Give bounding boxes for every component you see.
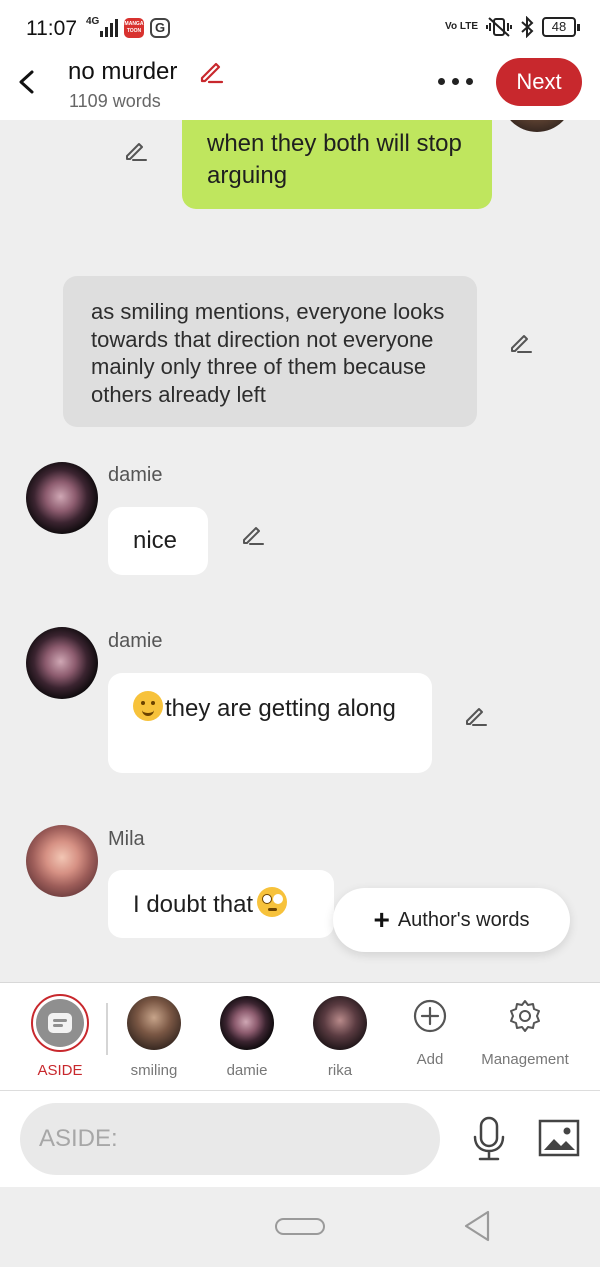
message-text: they are getting along xyxy=(165,695,396,722)
nav-back-icon[interactable] xyxy=(462,1209,492,1243)
avatar[interactable] xyxy=(26,825,98,897)
volte-icon: Vo LTE xyxy=(445,21,478,32)
message-input[interactable] xyxy=(20,1103,440,1175)
story-title: no murder xyxy=(68,58,178,85)
speaker-name: damie xyxy=(108,464,163,486)
aside-selected-ring xyxy=(31,994,89,1052)
character-smiling[interactable]: smiling xyxy=(109,983,199,1092)
word-count: 1109 words xyxy=(69,91,161,111)
character-label: ASIDE xyxy=(37,1062,83,1079)
status-right-icons: Vo LTE 48 xyxy=(445,16,580,38)
edit-title-icon[interactable] xyxy=(196,56,226,86)
manga-app-notification-icon: MANGA TOON xyxy=(124,18,144,38)
chat-area[interactable]: when they both will stop arguing as smil… xyxy=(0,120,600,982)
plus-circle-icon xyxy=(413,999,447,1033)
character-label: damie xyxy=(226,1062,268,1079)
character-label: rika xyxy=(327,1062,353,1079)
divider xyxy=(106,1003,108,1055)
input-bar xyxy=(0,1091,600,1187)
hugging-face-emoji-icon xyxy=(133,691,163,721)
header: no murder 1109 words Next xyxy=(0,58,600,120)
author-message-bubble[interactable]: when they both will stop arguing xyxy=(182,120,492,209)
edit-message-icon[interactable] xyxy=(239,520,267,548)
status-bar: 11:07 4G MANGA TOON G Vo LTE 48 xyxy=(0,0,600,58)
edit-message-icon[interactable] xyxy=(122,136,150,164)
character-damie[interactable]: damie xyxy=(202,983,292,1092)
avatar[interactable] xyxy=(26,627,98,699)
plus-icon: + xyxy=(373,904,390,935)
aside-message-bubble[interactable]: as smiling mentions, everyone looks towa… xyxy=(63,276,477,427)
aside-icon xyxy=(36,999,84,1047)
edit-message-icon[interactable] xyxy=(507,328,535,356)
microphone-icon[interactable] xyxy=(469,1115,509,1163)
avatar[interactable] xyxy=(26,462,98,534)
character-message-bubble[interactable]: nice xyxy=(108,507,208,575)
message-text: I doubt that xyxy=(133,891,254,918)
character-label: smiling xyxy=(130,1062,178,1079)
speaker-name: Mila xyxy=(108,828,145,850)
more-options-icon[interactable] xyxy=(434,66,476,94)
avatar[interactable] xyxy=(501,120,573,132)
edit-message-icon[interactable] xyxy=(462,701,490,729)
add-character-button[interactable]: Add xyxy=(385,983,475,1092)
system-navigation-bar xyxy=(0,1187,600,1267)
next-button[interactable]: Next xyxy=(496,58,582,106)
back-arrow-icon[interactable] xyxy=(14,64,42,100)
status-time: 11:07 xyxy=(26,17,77,40)
character-rika[interactable]: rika xyxy=(295,983,385,1092)
gear-icon xyxy=(510,1000,540,1032)
bluetooth-icon xyxy=(521,16,534,38)
home-pill-icon[interactable] xyxy=(275,1218,325,1235)
character-message-bubble[interactable]: they are getting along xyxy=(108,673,432,773)
character-aside[interactable]: ASIDE xyxy=(15,983,105,1092)
authors-words-label: Author's words xyxy=(397,908,530,931)
management-label: Management xyxy=(481,1051,569,1068)
add-label: Add xyxy=(416,1051,444,1068)
management-button[interactable]: Management xyxy=(480,983,570,1092)
battery-icon: 48 xyxy=(542,17,580,37)
avatar xyxy=(127,996,181,1050)
avatar xyxy=(220,996,274,1050)
signal-icon xyxy=(98,19,118,37)
avatar xyxy=(313,996,367,1050)
speaker-name: damie xyxy=(108,630,163,652)
google-notification-icon: G xyxy=(150,18,170,38)
eye-roll-emoji-icon xyxy=(257,887,288,917)
vibrate-muted-icon xyxy=(486,17,512,37)
character-selector-bar: ASIDE smiling damie rika Add Management xyxy=(0,982,600,1091)
authors-words-button[interactable]: + Author's words xyxy=(333,888,570,952)
image-icon[interactable] xyxy=(538,1118,580,1158)
character-message-bubble[interactable]: I doubt that xyxy=(108,870,334,938)
